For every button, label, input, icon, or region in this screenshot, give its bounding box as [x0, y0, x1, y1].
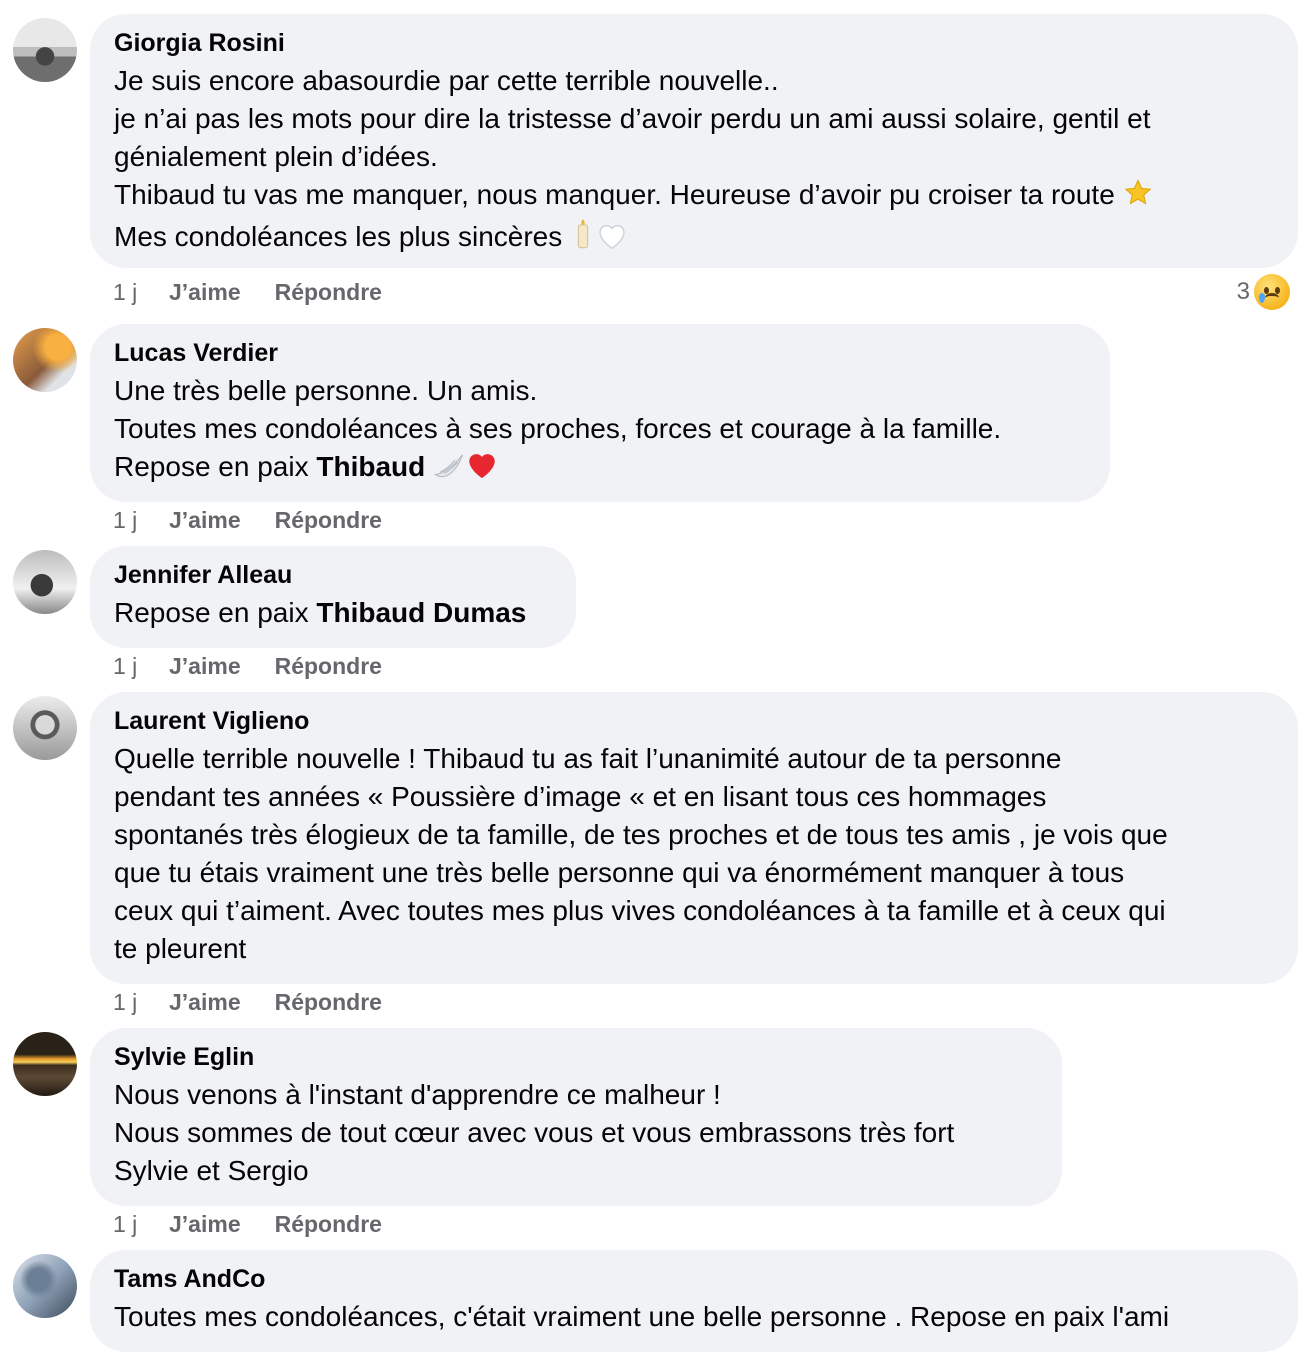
mention-link[interactable]: Thibaud Dumas: [316, 597, 526, 628]
comment-author[interactable]: Sylvie Eglin: [114, 1042, 1038, 1072]
comment-text: Je suis encore abasourdie par cette terr…: [114, 62, 1274, 260]
comment-bubble: Laurent Viglieno Quelle terrible nouvell…: [90, 692, 1298, 984]
avatar[interactable]: [13, 18, 77, 82]
comment-author[interactable]: Laurent Viglieno: [114, 706, 1274, 736]
comment-meta: 1 j J’aime Répondre: [113, 278, 416, 306]
comment-author[interactable]: Tams AndCo: [114, 1264, 1274, 1294]
comment-meta: 1 j J’aime Répondre: [113, 506, 416, 534]
comment-text: Quelle terrible nouvelle ! Thibaud tu as…: [114, 740, 1274, 968]
comment-line: Nous venons à l'instant d'apprendre ce m…: [114, 1079, 721, 1110]
mention-link[interactable]: Thibaud: [316, 451, 425, 482]
like-button[interactable]: J’aime: [169, 1210, 241, 1238]
comment-time[interactable]: 1 j: [113, 1210, 169, 1238]
comment-meta: 1 j J’aime Répondre: [113, 1210, 416, 1238]
avatar[interactable]: [13, 696, 77, 760]
comment-line: Nous sommes de tout cœur avec vous et vo…: [114, 1117, 955, 1148]
comment-text: Repose en paix Thibaud Dumas: [114, 594, 552, 632]
comment-line: Thibaud tu vas me manquer, nous manquer.…: [114, 179, 1115, 210]
reaction-summary[interactable]: 3: [1237, 274, 1290, 310]
comment-bubble: Jennifer Alleau Repose en paix Thibaud D…: [90, 546, 576, 648]
comment-line: Sylvie et Sergio: [114, 1155, 309, 1186]
comment-author[interactable]: Lucas Verdier: [114, 338, 1086, 368]
comment-text: Nous venons à l'instant d'apprendre ce m…: [114, 1076, 1038, 1190]
wing-emoji-icon: [433, 452, 465, 490]
comment-line: que tu étais vraiment une très belle per…: [114, 857, 1125, 888]
comment-time[interactable]: 1 j: [113, 652, 169, 680]
red-heart-emoji-icon: [465, 448, 499, 490]
comment-time[interactable]: 1 j: [113, 988, 169, 1016]
comment-line: Je suis encore abasourdie par cette terr…: [114, 65, 779, 96]
like-button[interactable]: J’aime: [169, 278, 241, 306]
like-button[interactable]: J’aime: [169, 988, 241, 1016]
like-button[interactable]: J’aime: [169, 506, 241, 534]
comment-line: Une très belle personne. Un amis.: [114, 375, 538, 406]
reply-button[interactable]: Répondre: [275, 988, 382, 1016]
comment-line: Mes condoléances les plus sincères: [114, 221, 563, 252]
comment-line: pendant tes années « Poussière d’image «…: [114, 781, 1047, 812]
crying-face-icon: [1254, 274, 1290, 310]
reply-button[interactable]: Répondre: [275, 1210, 382, 1238]
comment-line: génialement plein d’idées.: [114, 141, 438, 172]
comment-line: Toutes mes condoléances à ses proches, f…: [114, 413, 1002, 444]
comment-time[interactable]: 1 j: [113, 506, 169, 534]
comment-bubble: Tams AndCo Toutes mes condoléances, c'ét…: [90, 1250, 1298, 1352]
comment-bubble: Giorgia Rosini Je suis encore abasourdie…: [90, 14, 1298, 268]
comment-author[interactable]: Jennifer Alleau: [114, 560, 552, 590]
avatar[interactable]: [13, 1032, 77, 1096]
comment-line: Repose en paix: [114, 451, 309, 482]
comment-bubble: Lucas Verdier Une très belle personne. U…: [90, 324, 1110, 502]
comment-meta: 1 j J’aime Répondre: [113, 988, 416, 1016]
reply-button[interactable]: Répondre: [275, 506, 382, 534]
star-emoji-icon: [1123, 178, 1153, 218]
comment-line: Toutes mes condoléances, c'était vraimen…: [114, 1301, 1170, 1332]
avatar[interactable]: [13, 328, 77, 392]
comment-bubble: Sylvie Eglin Nous venons à l'instant d'a…: [90, 1028, 1062, 1206]
candle-emoji-icon: [570, 218, 596, 260]
avatar[interactable]: [13, 1254, 77, 1318]
comment-author[interactable]: Giorgia Rosini: [114, 28, 1274, 58]
comment-meta: 1 j J’aime Répondre: [113, 652, 416, 680]
white-heart-emoji-icon: [596, 220, 628, 260]
comment-time[interactable]: 1 j: [113, 278, 169, 306]
reaction-count: 3: [1236, 278, 1250, 305]
comment-line: spontanés très élogieux de ta famille, d…: [114, 819, 1168, 850]
reply-button[interactable]: Répondre: [275, 652, 382, 680]
comment-line: Quelle terrible nouvelle ! Thibaud tu as…: [114, 743, 1062, 774]
comment-line: te pleurent: [114, 933, 247, 964]
comment-line: je n’ai pas les mots pour dire la triste…: [114, 103, 1151, 134]
comment-text: Toutes mes condoléances, c'était vraimen…: [114, 1298, 1274, 1336]
comment-line: ceux qui t’aiment. Avec toutes mes plus …: [114, 895, 1166, 926]
reply-button[interactable]: Répondre: [275, 278, 382, 306]
comment-line: Repose en paix: [114, 597, 309, 628]
like-button[interactable]: J’aime: [169, 652, 241, 680]
avatar[interactable]: [13, 550, 77, 614]
comment-text: Une très belle personne. Un amis. Toutes…: [114, 372, 1086, 490]
